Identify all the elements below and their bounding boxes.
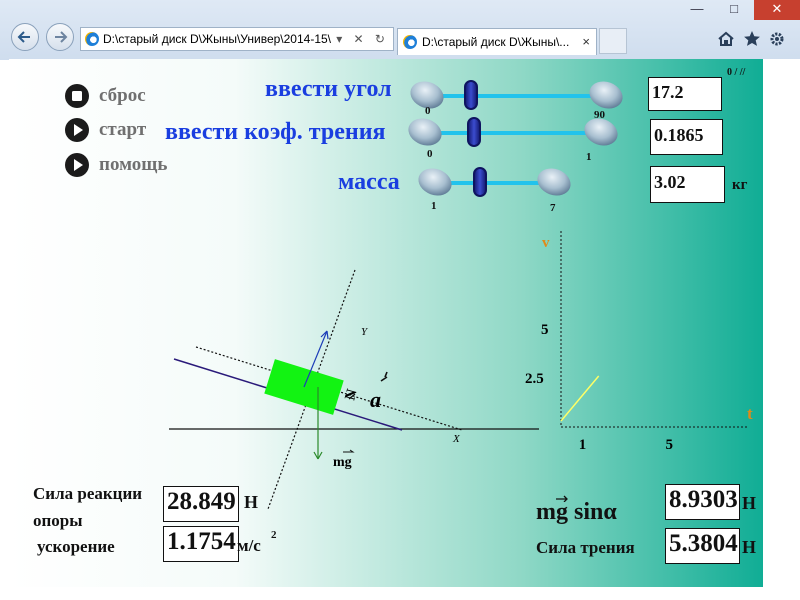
accel-vector-arrow bbox=[380, 371, 388, 382]
slider-max-knob bbox=[585, 76, 627, 114]
star-icon[interactable] bbox=[743, 30, 761, 48]
close-window-button[interactable]: ✕ bbox=[754, 0, 800, 20]
x-axis-label: X bbox=[452, 433, 461, 445]
mgsin-vector-arrow bbox=[556, 495, 568, 502]
mgsin-label: mg sinα bbox=[536, 499, 617, 526]
friction-force-label: Сила трения bbox=[536, 538, 635, 557]
slider-max-label: 1 bbox=[586, 151, 592, 163]
slider-min-knob bbox=[404, 113, 446, 151]
n-label: N bbox=[342, 387, 360, 402]
angle-slider-label: ввести угол bbox=[265, 76, 392, 102]
mgsin-value-box: 8.9303 bbox=[665, 484, 740, 520]
accel-unit-exponent: 2 bbox=[271, 529, 277, 541]
graph-x-label: t bbox=[747, 404, 753, 423]
play-icon bbox=[65, 118, 89, 142]
reaction-unit: Н bbox=[244, 492, 259, 512]
forward-arrow-icon bbox=[55, 31, 68, 43]
angle-value-box[interactable]: 17.2 bbox=[648, 77, 722, 111]
ie-page-icon bbox=[85, 32, 99, 46]
slider-thumb[interactable] bbox=[464, 80, 478, 110]
weight-vector-arrow bbox=[343, 449, 355, 453]
back-arrow-icon bbox=[17, 31, 30, 43]
slider-max-knob bbox=[533, 163, 575, 201]
tab-close-icon[interactable]: × bbox=[582, 29, 590, 55]
velocity-line bbox=[560, 375, 600, 422]
address-tools[interactable]: ▾ ✕ ↻ bbox=[336, 28, 389, 50]
simulation-page: сброс старт помощь ввести угол 0 90 17.2… bbox=[9, 59, 763, 587]
slider-min-label: 0 bbox=[425, 105, 431, 117]
weight-label: mg bbox=[333, 455, 352, 470]
angle-unit-label: 0 / // bbox=[727, 67, 746, 78]
new-tab-button[interactable] bbox=[599, 28, 627, 54]
mass-value-box[interactable]: 3.02 bbox=[650, 166, 725, 203]
address-text: D:\старый диск D\Жыны\Универ\2014-15\ bbox=[103, 32, 331, 46]
back-button[interactable] bbox=[11, 23, 39, 51]
mgsin-unit: Н bbox=[742, 493, 757, 513]
y-axis-label: Y bbox=[361, 326, 369, 338]
friction-force-unit: Н bbox=[742, 537, 757, 557]
gear-icon[interactable] bbox=[768, 30, 786, 48]
reset-label: сброс bbox=[99, 85, 146, 106]
friction-value-box[interactable]: 0.1865 bbox=[650, 119, 723, 155]
mass-unit: кг bbox=[732, 177, 748, 193]
friction-slider-label: ввести коэф. трения bbox=[165, 119, 386, 145]
mass-slider-label: масса bbox=[338, 169, 400, 195]
friction-force-value-box: 5.3804 bbox=[665, 528, 740, 564]
tab-title: D:\старый диск D\Жыны\... bbox=[422, 35, 570, 49]
help-label: помощь bbox=[99, 154, 168, 175]
slider-min-label: 0 bbox=[427, 148, 433, 160]
slider-thumb[interactable] bbox=[473, 167, 487, 197]
slider-min-label: 1 bbox=[431, 200, 437, 212]
reaction-label-line1: Сила реакции bbox=[33, 484, 143, 503]
slider-max-label: 7 bbox=[550, 202, 556, 214]
start-label: старт bbox=[99, 119, 147, 140]
minimize-button[interactable]: — bbox=[680, 0, 714, 20]
tab-page-icon bbox=[403, 35, 417, 49]
stop-icon bbox=[65, 84, 89, 108]
slider-max-knob bbox=[580, 113, 622, 151]
maximize-button[interactable]: □ bbox=[716, 0, 752, 20]
forward-button[interactable] bbox=[46, 23, 74, 51]
slider-track bbox=[429, 94, 607, 98]
play-icon bbox=[65, 153, 89, 177]
graph-y-label: v bbox=[542, 235, 550, 251]
accel-label: ускорение bbox=[37, 537, 115, 556]
address-bar[interactable]: D:\старый диск D\Жыны\Универ\2014-15\ ▾ … bbox=[80, 27, 394, 51]
tab-active[interactable]: D:\старый диск D\Жыны\... × bbox=[397, 28, 597, 55]
slider-min-knob bbox=[414, 163, 456, 201]
slider-thumb[interactable] bbox=[467, 117, 481, 147]
accel-unit: м/с bbox=[237, 536, 261, 555]
graph-x-tick: 1 bbox=[579, 437, 587, 453]
mgsin-text: mg sinα bbox=[536, 499, 617, 525]
graph-x-tick: 5 bbox=[666, 437, 674, 453]
reaction-value-box: 28.849 bbox=[163, 486, 239, 522]
slider-track bbox=[427, 131, 603, 135]
graph-y-tick: 5 bbox=[541, 322, 549, 338]
reaction-label-line2: опоры bbox=[33, 511, 83, 530]
page-bottom-gutter bbox=[0, 587, 800, 600]
accel-label: a bbox=[370, 387, 381, 412]
accel-value-box: 1.1754 bbox=[163, 526, 239, 562]
browser-chrome: — □ ✕ D:\старый диск D\Жыны\Универ\2014-… bbox=[0, 0, 800, 60]
graph-y-tick: 2.5 bbox=[525, 371, 544, 387]
velocity-time-graph: v t 5 2.5 1 5 bbox=[525, 231, 753, 453]
home-icon[interactable] bbox=[717, 30, 735, 48]
page-right-gutter bbox=[763, 59, 800, 600]
